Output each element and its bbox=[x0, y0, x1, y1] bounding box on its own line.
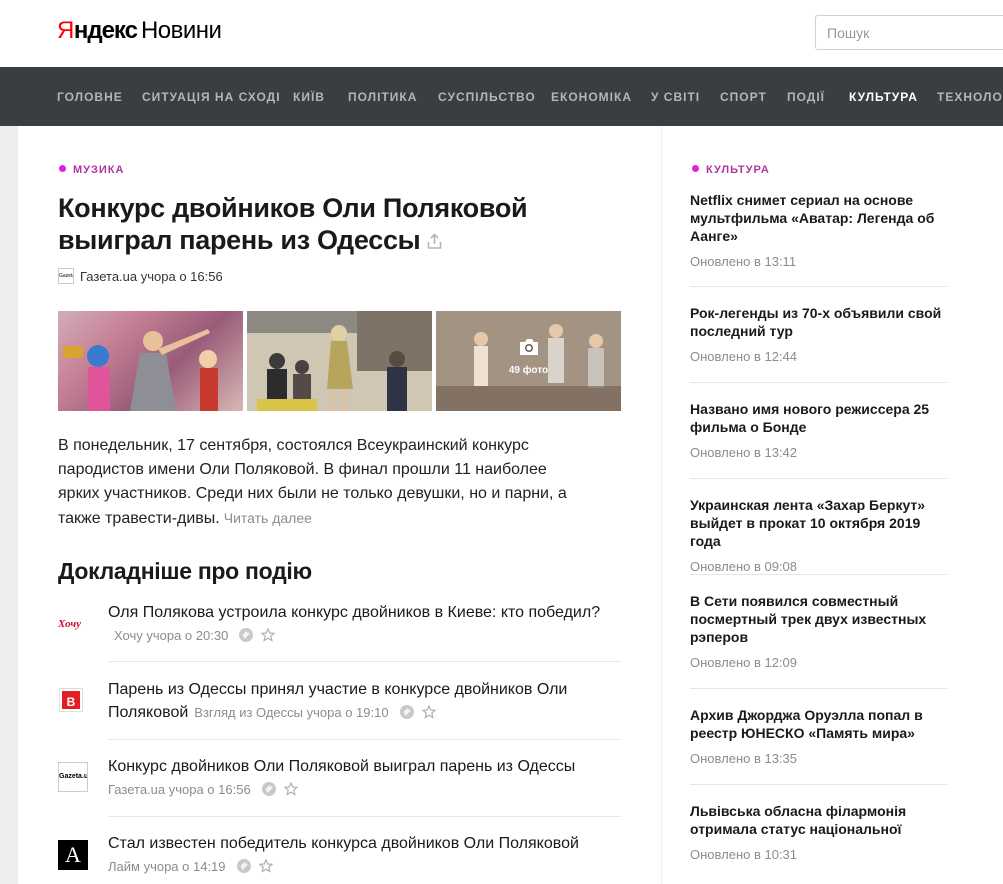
rubric-dot-icon bbox=[59, 165, 66, 172]
sidebar-news-item[interactable]: Netflix снимет сериал на основе мультфил… bbox=[690, 191, 947, 269]
sidebar-news-title[interactable]: Названо имя нового режиссера 25 фильма о… bbox=[690, 400, 947, 436]
rubric-label: Музика bbox=[73, 164, 125, 176]
photo-count: 49 фото bbox=[508, 365, 549, 376]
star-icon[interactable] bbox=[283, 780, 299, 803]
gallery-photo-1[interactable] bbox=[58, 311, 243, 411]
story-text: Конкурс двойников Оли Поляковой выиграл … bbox=[108, 755, 608, 804]
sidebar-rubric[interactable]: Культура bbox=[692, 164, 770, 176]
photo-gallery: 49 фото bbox=[58, 311, 621, 411]
article-rubric[interactable]: Музика bbox=[59, 164, 124, 176]
story-title[interactable]: Конкурс двойников Оли Поляковой выиграл … bbox=[108, 758, 575, 775]
article-annotation: В понедельник, 17 сентября, состоялся Вс… bbox=[58, 434, 578, 531]
nav-item-economy[interactable]: Економіка bbox=[551, 90, 632, 104]
article-time: учора о 16:56 bbox=[140, 269, 223, 284]
nav-item-main[interactable]: Головне bbox=[57, 90, 123, 104]
star-icon[interactable] bbox=[421, 703, 437, 726]
nav-item-events[interactable]: Події bbox=[787, 90, 825, 104]
sidebar-divider bbox=[690, 784, 947, 785]
source-logo-gazeta: Gazeta.ua bbox=[58, 762, 88, 792]
link-icon[interactable] bbox=[261, 781, 277, 804]
share-icon[interactable] bbox=[426, 225, 443, 257]
sidebar-news-item[interactable]: Названо имя нового режиссера 25 фильма о… bbox=[690, 400, 947, 460]
gallery-photo-3[interactable]: 49 фото bbox=[436, 311, 621, 411]
link-icon[interactable] bbox=[399, 704, 415, 727]
story-text: Парень из Одессы принял участие в конкур… bbox=[108, 678, 608, 727]
sidebar-news-title[interactable]: Netflix снимет сериал на основе мультфил… bbox=[690, 191, 947, 245]
sidebar-news-updated: Оновлено в 13:35 bbox=[690, 751, 798, 766]
sidebar-news-updated: Оновлено в 12:44 bbox=[690, 349, 798, 364]
star-icon[interactable] bbox=[260, 626, 276, 649]
article-title-text: Конкурс двойников Оли Поляковой выиграл … bbox=[58, 193, 528, 255]
main-panel: Музика Конкурс двойников Оли Поляковой в… bbox=[18, 126, 661, 884]
sidebar-news-item[interactable]: Рок-легенды из 70-х объявили свой послед… bbox=[690, 304, 947, 364]
nav-item-tech[interactable]: Технології bbox=[937, 90, 1003, 104]
source-logo-lime: A bbox=[58, 840, 88, 870]
sidebar: Культура Netflix снимет сериал на основе… bbox=[662, 126, 1003, 884]
photo-count-overlay[interactable]: 49 фото bbox=[436, 338, 621, 376]
nav-item-world[interactable]: У світі bbox=[651, 90, 700, 104]
logo-ya: Я bbox=[57, 17, 74, 44]
sidebar-divider bbox=[690, 478, 947, 479]
sidebar-news-title[interactable]: Украинская лента «Захар Беркут» выйдет в… bbox=[690, 496, 947, 550]
nav-item-east[interactable]: Ситуація на Сході bbox=[142, 90, 281, 104]
sidebar-news-updated: Оновлено в 13:42 bbox=[690, 445, 798, 460]
annotation-text: В понедельник, 17 сентября, состоялся Вс… bbox=[58, 437, 567, 527]
sidebar-news-item[interactable]: Украинская лента «Захар Беркут» выйдет в… bbox=[690, 496, 947, 574]
logo-service: Новини bbox=[140, 17, 222, 44]
more-about-event-heading: Докладніше про подію bbox=[58, 558, 312, 584]
sidebar-news-title[interactable]: Львівська обласна філармонія отримала ст… bbox=[690, 802, 947, 838]
sidebar-news-title[interactable]: В Сети появился совместный посмертный тр… bbox=[690, 592, 947, 646]
story-title[interactable]: Стал известен победитель конкурса двойни… bbox=[108, 835, 579, 852]
sidebar-news-updated: Оновлено в 09:08 bbox=[690, 559, 798, 574]
sidebar-divider bbox=[690, 382, 947, 383]
nav-item-culture[interactable]: Культура bbox=[849, 90, 918, 104]
sidebar-news-item[interactable]: Архив Джорджа Оруэлла попал в реестр ЮНЕ… bbox=[690, 706, 947, 766]
sidebar-news-title[interactable]: Рок-легенды из 70-х объявили свой послед… bbox=[690, 304, 947, 340]
sidebar-news-item[interactable]: Львівська обласна філармонія отримала ст… bbox=[690, 802, 947, 862]
story-meta: Хочу учора о 20:30 bbox=[114, 628, 229, 643]
main-nav: Головне Ситуація на Сході Київ Політика … bbox=[0, 67, 1003, 126]
sidebar-news-title[interactable]: Архив Джорджа Оруэлла попал в реестр ЮНЕ… bbox=[690, 706, 947, 742]
story-title[interactable]: Оля Полякова устроила конкурс двойников … bbox=[108, 604, 600, 621]
header: Яндекс Новини bbox=[0, 0, 1003, 67]
story-meta: Лайм учора о 14:19 bbox=[108, 859, 226, 874]
sidebar-divider bbox=[690, 574, 947, 575]
yandex-news-logo[interactable]: Яндекс Новини bbox=[57, 17, 222, 45]
nav-item-society[interactable]: Суспільство bbox=[438, 90, 536, 104]
story-divider bbox=[108, 739, 621, 740]
article-source-line: Gazeta.ua Газета.ua учора о 16:56 bbox=[58, 268, 223, 284]
story-text: Оля Полякова устроила конкурс двойников … bbox=[108, 601, 608, 650]
story-divider bbox=[108, 816, 621, 817]
source-logo-vzglyad: В bbox=[58, 686, 88, 716]
sidebar-rubric-label: Культура bbox=[706, 164, 770, 176]
article-source[interactable]: Газета.ua bbox=[80, 269, 137, 284]
article-title: Конкурс двойников Оли Поляковой выиграл … bbox=[58, 192, 578, 257]
sidebar-divider bbox=[690, 286, 947, 287]
read-more-link[interactable]: Читать далее bbox=[224, 510, 312, 526]
search-input[interactable] bbox=[815, 15, 1003, 50]
sidebar-news-item[interactable]: В Сети появился совместный посмертный тр… bbox=[690, 592, 947, 670]
sidebar-news-updated: Оновлено в 12:09 bbox=[690, 655, 798, 670]
sidebar-news-updated: Оновлено в 13:11 bbox=[690, 254, 797, 269]
nav-item-politics[interactable]: Політика bbox=[348, 90, 417, 104]
sidebar-news-updated: Оновлено в 10:31 bbox=[690, 847, 798, 862]
rubric-dot-icon bbox=[692, 165, 699, 172]
nav-item-sport[interactable]: Спорт bbox=[720, 90, 767, 104]
vzglyad-logo-letter: В bbox=[60, 689, 82, 711]
source-logo-hochu: Хочу bbox=[58, 618, 81, 630]
star-icon[interactable] bbox=[258, 857, 273, 880]
story-meta: Газета.ua учора о 16:56 bbox=[108, 782, 251, 797]
sidebar-divider bbox=[690, 688, 947, 689]
story-divider bbox=[108, 661, 621, 662]
story-text: Стал известен победитель конкурса двойни… bbox=[108, 832, 608, 881]
source-favicon: Gazeta.ua bbox=[58, 268, 74, 284]
gallery-photo-2[interactable] bbox=[247, 311, 432, 411]
link-icon[interactable] bbox=[236, 858, 252, 881]
logo-ndex: ндекс bbox=[73, 17, 138, 44]
link-icon[interactable] bbox=[238, 627, 254, 650]
story-meta: Взгляд из Одессы учора о 19:10 bbox=[194, 705, 389, 720]
nav-item-kyiv[interactable]: Київ bbox=[293, 90, 325, 104]
camera-icon bbox=[436, 338, 621, 359]
